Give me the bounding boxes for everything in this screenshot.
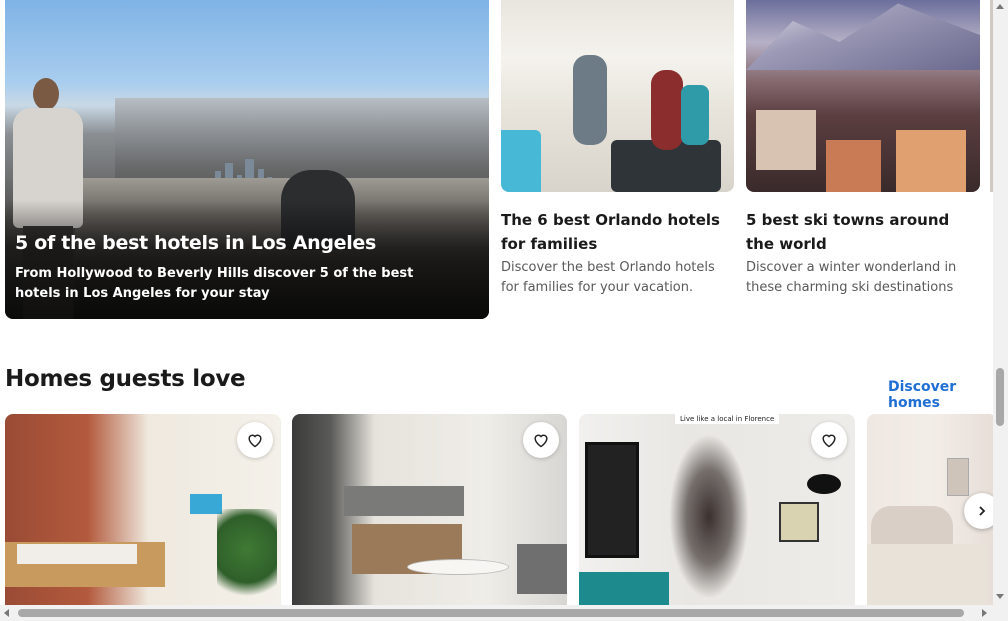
home-card[interactable] <box>5 414 281 609</box>
featured-title: 5 of the best hotels in Los Angeles <box>15 232 377 254</box>
article-title: 5 best ski towns around the world <box>746 211 950 253</box>
favorite-button[interactable] <box>811 422 847 458</box>
home-card[interactable] <box>292 414 567 609</box>
favorite-button[interactable] <box>523 422 559 458</box>
article-description: Discover a winter wonderland in these ch… <box>746 260 957 295</box>
heart-outline-icon <box>534 434 548 448</box>
scroll-up-arrow[interactable] <box>996 4 1004 9</box>
article-card-orlando[interactable]: The 6 best Orlando hotels for families D… <box>501 208 734 298</box>
featured-description: From Hollywood to Beverly Hills discover… <box>15 266 414 301</box>
article-image-ski-town[interactable] <box>746 0 980 192</box>
heart-outline-icon <box>248 434 262 448</box>
heart-outline-icon <box>822 434 836 448</box>
discover-homes-link[interactable]: Discover homes <box>888 379 1008 411</box>
image-overlay-text: Live like a local in Florence <box>675 414 780 424</box>
horizontal-scrollbar[interactable] <box>0 605 1008 621</box>
featured-article-card[interactable]: 5 of the best hotels in Los Angeles From… <box>5 0 489 319</box>
vertical-scrollbar[interactable] <box>993 0 1008 605</box>
section-title: Homes guests love <box>5 366 246 392</box>
chevron-right-icon <box>979 506 986 516</box>
article-image-orlando[interactable] <box>501 0 734 192</box>
horizontal-scroll-thumb[interactable] <box>18 609 964 617</box>
favorite-button[interactable] <box>237 422 273 458</box>
scroll-down-arrow[interactable] <box>996 594 1004 599</box>
scroll-right-arrow[interactable] <box>982 609 987 617</box>
article-card-ski[interactable]: 5 best ski towns around the world Discov… <box>746 208 980 298</box>
home-card[interactable]: Live like a local in Florence <box>579 414 855 609</box>
article-title: The 6 best Orlando hotels for families <box>501 211 720 253</box>
scroll-left-arrow[interactable] <box>4 609 9 617</box>
vertical-scroll-thumb[interactable] <box>996 368 1004 426</box>
article-description: Discover the best Orlando hotels for fam… <box>501 260 715 295</box>
